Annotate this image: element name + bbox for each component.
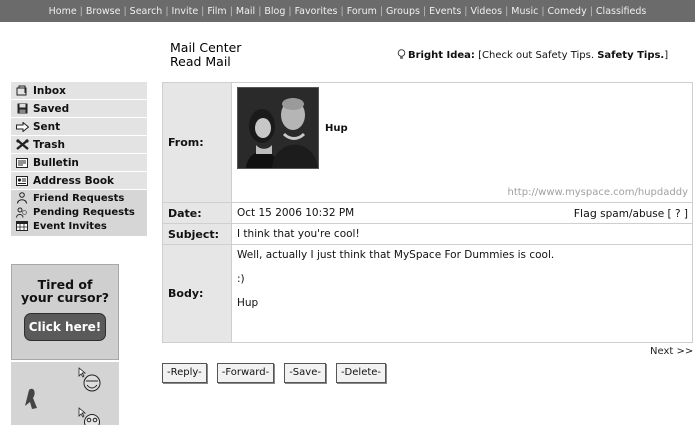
body-line: Well, actually I just think that MySpace… (237, 249, 555, 261)
flag-link[interactable]: Flag (574, 207, 597, 220)
sidebar-item-label: Friend Requests (33, 192, 125, 204)
sender-name-link[interactable]: Hup (325, 123, 348, 134)
top-nav: Home | Browse | Search | Invite | Film | Mail… (0, 0, 695, 22)
page-title: Mail Center Read Mail (170, 41, 241, 69)
flag-help-link[interactable]: [ ? ] (668, 208, 688, 220)
sidebar-item-trash[interactable]: Trash (11, 136, 147, 154)
sidebar-item-label: Sent (33, 120, 61, 133)
subject-label: Subject: (162, 223, 232, 245)
cursor-samples-image (25, 367, 101, 425)
message-body: Well, actually I just think that MySpace… (231, 244, 693, 343)
sender-profile-url[interactable]: http://www.myspace.com/hupdaddy (508, 187, 688, 198)
cursor-samples-panel (11, 362, 119, 425)
bulletin-icon (15, 157, 29, 169)
date-cell: Oct 15 2006 10:32 PM Flag spam/abuse [ ?… (231, 202, 693, 224)
mail-center-title: Mail Center (170, 40, 242, 55)
sidebar-item-bulletin[interactable]: Bulletin (11, 154, 147, 172)
lightbulb-icon (397, 49, 406, 59)
smiley-cursor-icon (83, 374, 101, 392)
bright-idea-text: [Check out Safety Tips. (478, 50, 595, 61)
bright-idea-tip: Bright Idea: [Check out Safety Tips. Saf… (397, 49, 668, 61)
sidebar-item-label: Pending Requests (33, 206, 135, 218)
nav-comedy[interactable]: Comedy (545, 6, 590, 17)
nav-events[interactable]: Events (426, 6, 464, 17)
arrow-right-icon (15, 121, 29, 133)
sidebar-item-label: Address Book (33, 174, 115, 187)
body-line: Hup (237, 297, 259, 309)
delete-button[interactable]: -Delete- (335, 363, 387, 383)
nav-invite[interactable]: Invite (169, 6, 202, 17)
floppy-disk-icon (15, 103, 29, 115)
sender-photo (238, 88, 318, 168)
people-icon (15, 192, 29, 204)
message-table: From: Hup http://www.myspace.com/hupdadd… (162, 82, 693, 343)
arrow-cursor-icon (78, 367, 87, 378)
date-row: Date: Oct 15 2006 10:32 PM Flag spam/abu… (162, 202, 693, 224)
sidebar-item-friend-requests[interactable]: Friend Requests (11, 191, 147, 205)
bright-idea-close: ] (664, 50, 669, 61)
spam-abuse-label: spam/abuse (600, 207, 665, 220)
flag-spam-abuse: Flag spam/abuse [ ? ] (574, 207, 688, 220)
sidebar-item-inbox[interactable]: Inbox (11, 82, 147, 100)
trash-icon (15, 139, 29, 151)
safety-tips-link[interactable]: Safety Tips. (597, 50, 664, 61)
date-label: Date: (162, 202, 232, 224)
nav-videos[interactable]: Videos (468, 6, 506, 17)
from-cell: Hup http://www.myspace.com/hupdaddy (231, 82, 693, 203)
nav-film[interactable]: Film (204, 6, 229, 17)
mail-sidebar: Inbox Saved Sent Trash Bulletin Address … (11, 82, 147, 236)
sidebar-item-saved[interactable]: Saved (11, 100, 147, 118)
address-book-icon (15, 175, 29, 187)
hand-cursor-icon (25, 388, 37, 409)
nav-forum[interactable]: Forum (344, 6, 380, 17)
read-mail-subtitle: Read Mail (170, 54, 231, 69)
body-row: Body: Well, actually I just think that M… (162, 244, 693, 343)
next-message-link[interactable]: Next >> (650, 346, 693, 357)
nav-favorites[interactable]: Favorites (292, 6, 341, 17)
nav-blog[interactable]: Blog (261, 6, 288, 17)
sidebar-requests-group: Friend Requests Pending Requests Event I… (11, 190, 147, 236)
sidebar-item-sent[interactable]: Sent (11, 118, 147, 136)
people-pending-icon (15, 206, 29, 218)
from-label: From: (162, 82, 232, 203)
sidebar-item-pending-requests[interactable]: Pending Requests (11, 205, 147, 219)
nav-mail[interactable]: Mail (233, 6, 258, 17)
ad-headline-line2: your cursor? (20, 290, 110, 305)
ad-click-here-button[interactable]: Click here! (24, 313, 106, 341)
sidebar-item-event-invites[interactable]: Event Invites (11, 219, 147, 233)
nav-classifieds[interactable]: Classifieds (593, 6, 649, 17)
arrow-cursor-icon (78, 407, 87, 418)
bright-idea-label: Bright Idea: (408, 50, 475, 61)
sidebar-item-label: Trash (33, 138, 65, 151)
reply-button[interactable]: -Reply- (162, 363, 207, 383)
nav-browse[interactable]: Browse (83, 6, 124, 17)
cursor-advertisement[interactable]: Tired of your cursor? Click here! (11, 264, 119, 360)
save-button[interactable]: -Save- (284, 363, 326, 383)
body-line: :) (237, 273, 245, 285)
from-row: From: Hup http://www.myspace.com/hupdadd… (162, 82, 693, 203)
forward-button[interactable]: -Forward- (216, 363, 275, 383)
ad-headline: Tired of your cursor? (12, 278, 118, 304)
message-subject: I think that you're cool! (231, 223, 693, 245)
sidebar-item-label: Saved (33, 102, 70, 115)
sidebar-item-label: Event Invites (33, 220, 107, 232)
body-label: Body: (162, 244, 232, 343)
message-actions: -Reply- -Forward- -Save- -Delete- (162, 363, 387, 383)
sidebar-item-address-book[interactable]: Address Book (11, 172, 147, 190)
calendar-icon (15, 220, 29, 232)
sidebar-item-label: Inbox (33, 84, 66, 97)
nav-search[interactable]: Search (127, 6, 166, 17)
inbox-icon (15, 85, 29, 97)
sidebar-item-label: Bulletin (33, 156, 79, 169)
sender-avatar[interactable] (237, 87, 319, 169)
nav-music[interactable]: Music (508, 6, 541, 17)
nav-home[interactable]: Home (46, 6, 80, 17)
message-date: Oct 15 2006 10:32 PM (237, 206, 355, 219)
subject-row: Subject: I think that you're cool! (162, 223, 693, 245)
nav-groups[interactable]: Groups (383, 6, 423, 17)
